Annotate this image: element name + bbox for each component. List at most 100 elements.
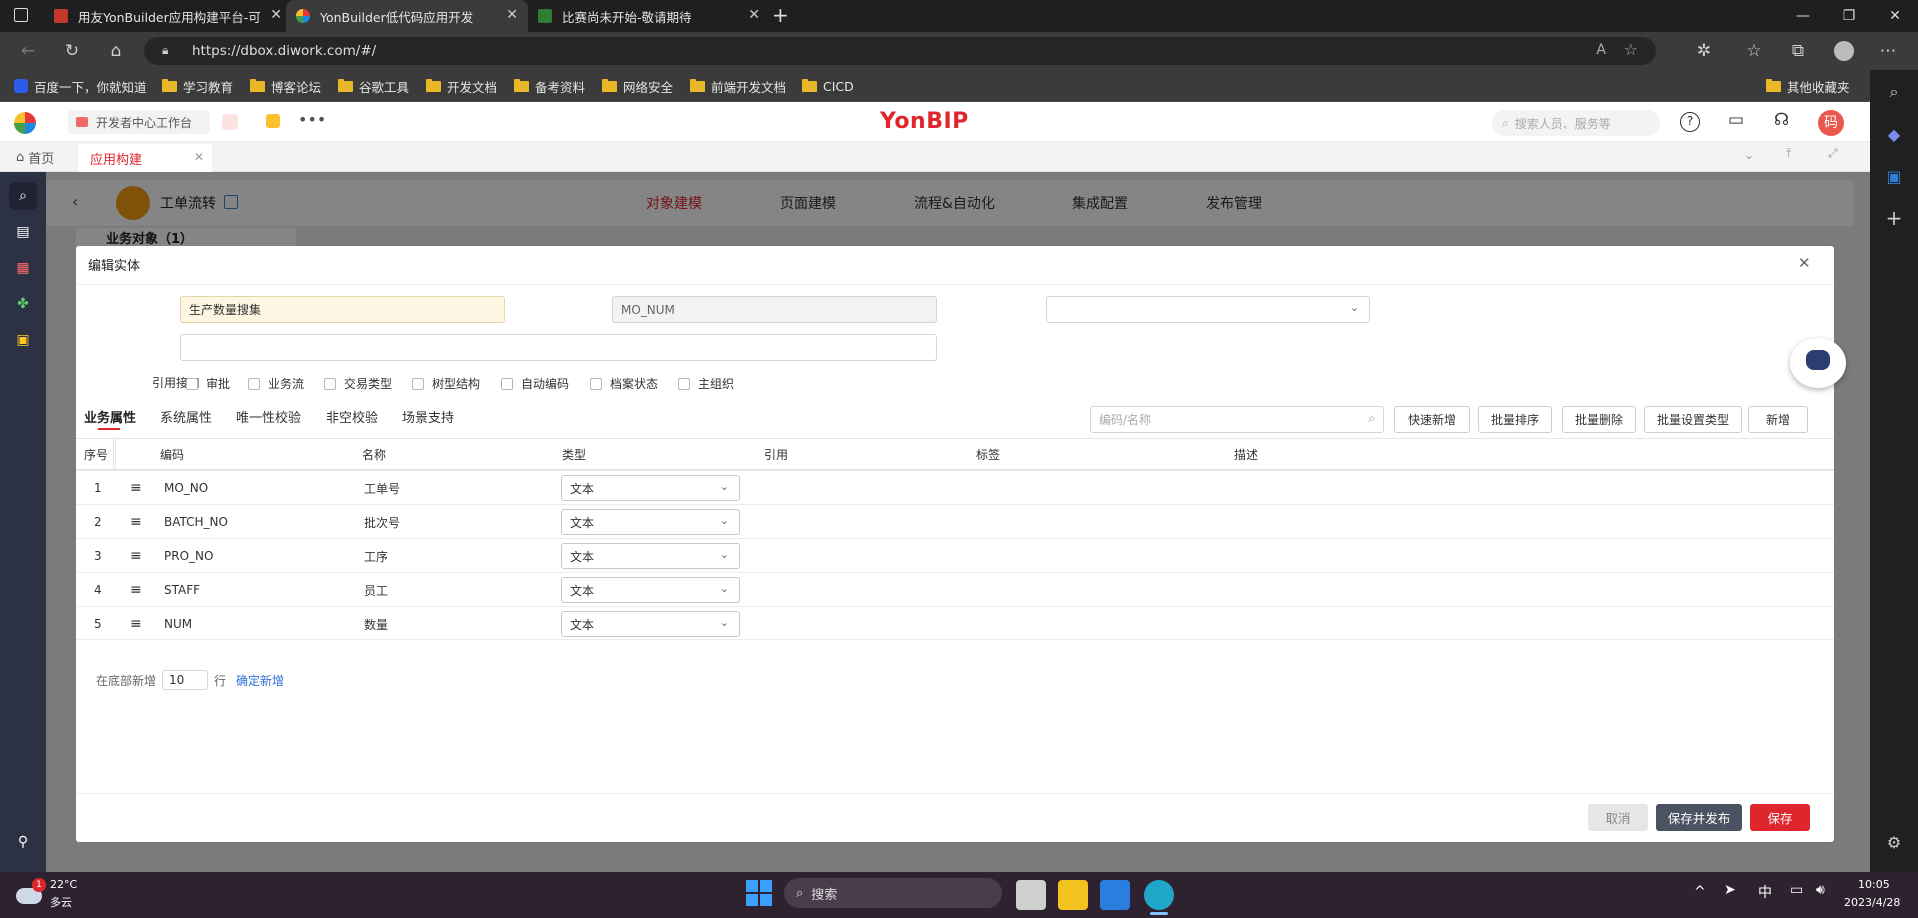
checkbox-archive-status[interactable]: 档案状态 <box>590 375 658 392</box>
help-icon[interactable]: ? <box>1680 112 1700 132</box>
apps-icon[interactable]: ▦ <box>9 254 37 282</box>
parent-entity-select[interactable]: ⌄ <box>1046 296 1370 323</box>
edge-browser-icon[interactable] <box>1144 880 1174 910</box>
add-icon[interactable]: + <box>1882 206 1906 230</box>
bookmark-folder[interactable]: 网络安全 <box>602 70 673 102</box>
collections-icon[interactable]: ⧉ <box>1786 39 1810 63</box>
app-menu-icon[interactable] <box>14 112 36 134</box>
close-tab-icon[interactable]: ✕ <box>506 7 518 23</box>
bookmark-baidu[interactable]: 百度一下，你就知道 <box>14 70 147 102</box>
checkbox-transaction-type[interactable]: 交易类型 <box>324 375 392 392</box>
taskbar-search[interactable]: ⌕ 搜索 <box>784 878 1002 908</box>
close-tab-icon[interactable]: ✕ <box>748 7 760 23</box>
more-icon[interactable]: ⋯ <box>1876 39 1900 63</box>
refresh-icon[interactable]: ↻ <box>60 39 84 63</box>
workbench-chip[interactable]: 开发者中心工作台 <box>68 110 210 134</box>
fullscreen-icon[interactable]: ⤢ <box>1828 146 1838 161</box>
start-windows-icon[interactable] <box>746 880 772 906</box>
assistant-robot-icon[interactable] <box>1790 338 1846 388</box>
close-window-icon[interactable]: ✕ <box>1872 0 1918 32</box>
type-select[interactable]: 文本 ⌄ <box>561 611 740 637</box>
new-tab-icon[interactable]: + <box>772 3 789 27</box>
subtab-non-null-check[interactable]: 非空校验 <box>326 407 378 426</box>
checkbox-business-flow[interactable]: 业务流 <box>248 375 304 392</box>
add-button[interactable]: 新增 <box>1748 406 1808 433</box>
quick-add-button[interactable]: 快速新增 <box>1394 406 1470 433</box>
checkbox-approval[interactable]: 审批 <box>186 375 230 392</box>
back-icon[interactable]: ← <box>16 39 40 63</box>
collapse-icon[interactable]: ⌄ <box>1744 148 1754 162</box>
type-select[interactable]: 文本 ⌄ <box>561 509 740 535</box>
tab-app-build[interactable]: 应用构建 ✕ <box>78 144 212 172</box>
drag-handle-icon[interactable]: ≡ <box>130 573 142 607</box>
browser-tab-2[interactable]: YonBuilder低代码应用开发 ✕ <box>286 0 528 32</box>
message-icon[interactable]: ▭ <box>1728 110 1744 130</box>
favorite-star-icon[interactable]: ☆ <box>1624 40 1638 59</box>
subtab-system-attributes[interactable]: 系统属性 <box>160 407 212 426</box>
checkbox-auto-code[interactable]: 自动编码 <box>501 375 569 392</box>
puzzle-icon[interactable]: ✤ <box>9 290 37 318</box>
code-input[interactable]: MO_NUM <box>612 296 937 323</box>
minimize-icon[interactable]: — <box>1780 0 1826 32</box>
bookmark-folder[interactable]: 备考资料 <box>514 70 585 102</box>
checkbox-tree-structure[interactable]: 树型结构 <box>412 375 480 392</box>
subtab-business-attributes[interactable]: 业务属性 <box>84 407 136 426</box>
copilot-icon[interactable]: ◆ <box>1882 122 1906 146</box>
profile-avatar[interactable] <box>1834 41 1854 61</box>
table-row[interactable]: 1 ≡ MO_NO 工单号 文本 ⌄ <box>76 470 1834 504</box>
weather-widget[interactable]: 1 22°C 多云 <box>14 878 124 912</box>
drag-handle-icon[interactable]: ≡ <box>130 471 142 505</box>
table-row[interactable]: 4 ≡ STAFF 员工 文本 ⌄ <box>76 572 1834 606</box>
subtab-scenario-support[interactable]: 场景支持 <box>402 407 454 426</box>
save-button[interactable]: 保存 <box>1750 804 1810 831</box>
description-input[interactable] <box>180 334 937 361</box>
volume-icon[interactable]: 🔊︎ <box>1816 882 1825 898</box>
browser-tab-1[interactable]: 用友YonBuilder应用构建平台-可 ✕ <box>44 0 292 32</box>
confirm-add-link[interactable]: 确定新增 <box>236 672 284 689</box>
user-avatar[interactable]: 码 <box>1818 110 1844 136</box>
headset-icon[interactable]: ☊ <box>1774 110 1789 130</box>
restore-icon[interactable]: ❐ <box>1826 0 1872 32</box>
bookmark-folder[interactable]: 学习教育 <box>162 70 233 102</box>
row-count-input[interactable]: 10 <box>162 670 209 690</box>
table-row[interactable]: 3 ≡ PRO_NO 工序 文本 ⌄ <box>76 538 1834 572</box>
browser-tab-3[interactable]: 比赛尚未开始-敬请期待 ✕ <box>528 0 770 32</box>
type-select[interactable]: 文本 ⌄ <box>561 543 740 569</box>
home-icon[interactable]: ⌂ <box>104 39 128 63</box>
bookmark-folder[interactable]: 前端开发文档 <box>690 70 786 102</box>
store-icon[interactable] <box>1100 880 1130 910</box>
close-tab-icon[interactable]: ✕ <box>270 7 282 23</box>
bookmark-folder[interactable]: 博客论坛 <box>250 70 321 102</box>
clock-time[interactable]: 10:05 <box>1858 878 1890 891</box>
read-aloud-icon[interactable]: A <box>1596 42 1606 58</box>
drag-handle-icon[interactable]: ≡ <box>130 505 142 539</box>
subtab-uniqueness-check[interactable]: 唯一性校验 <box>236 407 301 426</box>
attribute-search-input[interactable]: 编码/名称 ⌕ <box>1090 406 1384 433</box>
search-icon[interactable]: ⌕ <box>9 182 37 210</box>
close-icon[interactable]: ✕ <box>1798 254 1811 272</box>
search-icon[interactable]: ⌕ <box>1882 80 1906 104</box>
task-view-icon[interactable] <box>1016 880 1046 910</box>
network-icon[interactable]: ▭ <box>1790 882 1803 898</box>
tray-chevron-icon[interactable]: ^ <box>1694 884 1706 900</box>
tab-home[interactable]: ⌂ 首页 <box>16 142 54 172</box>
clock-date[interactable]: 2023/4/28 <box>1844 896 1900 909</box>
table-row[interactable]: 5 ≡ NUM 数量 文本 ⌄ <box>76 606 1834 640</box>
type-select[interactable]: 文本 ⌄ <box>561 577 740 603</box>
drag-handle-icon[interactable]: ≡ <box>130 607 142 641</box>
batch-delete-button[interactable]: 批量删除 <box>1562 406 1636 433</box>
bookmark-folder[interactable]: 谷歌工具 <box>338 70 409 102</box>
ime-indicator[interactable]: 中 <box>1758 882 1772 902</box>
name-input[interactable]: 生产数量搜集 <box>180 296 505 323</box>
close-icon[interactable]: ✕ <box>194 150 204 164</box>
tab-actions-icon[interactable] <box>14 8 28 22</box>
pin-icon[interactable]: ⚲ <box>9 828 37 856</box>
batch-sort-button[interactable]: 批量排序 <box>1478 406 1552 433</box>
extensions-icon[interactable]: ✲ <box>1692 39 1716 63</box>
outlook-icon[interactable]: ▣ <box>1882 164 1906 188</box>
table-row[interactable]: 2 ≡ BATCH_NO 批次号 文本 ⌄ <box>76 504 1834 538</box>
save-publish-button[interactable]: 保存并发布 <box>1656 804 1742 831</box>
pin-top-icon[interactable]: ⤒ <box>1786 146 1791 161</box>
cancel-button[interactable]: 取消 <box>1588 804 1648 831</box>
file-explorer-icon[interactable] <box>1058 880 1088 910</box>
